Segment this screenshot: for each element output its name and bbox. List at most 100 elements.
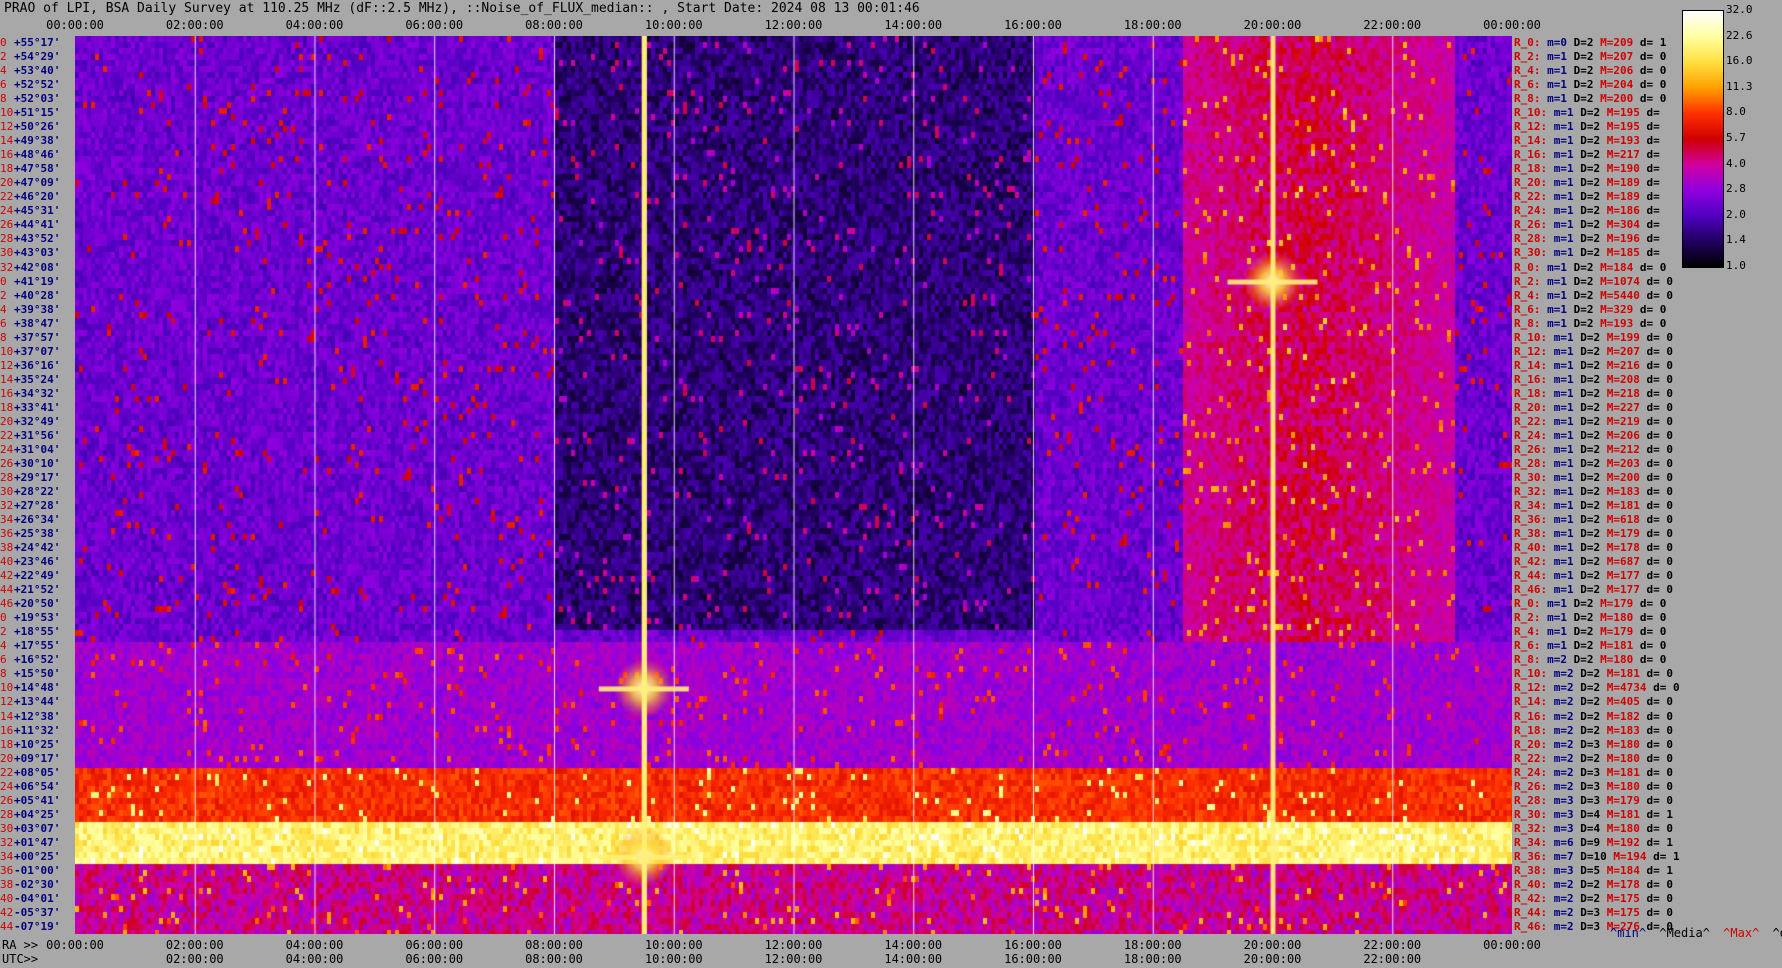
- row-stat-M: M=181: [1606, 499, 1647, 513]
- row-stat-D: D=10: [1580, 849, 1614, 863]
- row-stat: R_42: m=2 D=2 M=175 d= 0: [1514, 892, 1673, 906]
- row-stat-r: R_6:: [1514, 639, 1548, 653]
- row-stat-r: R_8:: [1514, 653, 1548, 667]
- colorbar-tick: 2.8: [1726, 182, 1746, 196]
- utc-axis-tick: 08:00:00: [525, 952, 583, 966]
- row-declination: -07°19': [14, 919, 61, 933]
- row-index: 42: [0, 905, 14, 919]
- row-stat-m: m=1: [1553, 428, 1581, 442]
- row-stat-d: d=: [1646, 148, 1660, 162]
- utc-axis-tick: 20:00:00: [1243, 952, 1302, 966]
- row-stat-d: d=: [1646, 218, 1660, 232]
- row-declination: +17°55': [14, 639, 61, 653]
- row-stat: R_8: m=1 D=2 M=200 d= 0: [1514, 92, 1666, 106]
- row-stat-D: D=2: [1580, 541, 1607, 555]
- spectrogram-heatmap: [75, 36, 1512, 934]
- row-stat-d: d= 0: [1646, 877, 1674, 891]
- top-axis-tick: 20:00:00: [1243, 18, 1302, 32]
- row-stat-D: D=2: [1573, 64, 1601, 78]
- row-stat-D: D=2: [1580, 204, 1607, 218]
- row-declination: +05°41': [14, 793, 61, 807]
- row-stat: R_20: m=1 D=2 M=227 d= 0: [1514, 401, 1673, 415]
- row-label: 30+28°22': [0, 485, 60, 499]
- row-index: 16: [0, 386, 14, 400]
- row-label: 4 +53°40': [0, 64, 60, 78]
- row-stat: R_18: m=1 D=2 M=190 d=: [1514, 162, 1660, 176]
- row-stat-m: m=1: [1553, 456, 1581, 470]
- row-stat-d: d= 0: [1646, 499, 1674, 513]
- row-stat-m: m=1: [1553, 470, 1581, 484]
- row-stat-r: R_12:: [1514, 344, 1554, 358]
- row-stat-M: M=183: [1606, 723, 1647, 737]
- row-index: 38: [0, 877, 14, 891]
- row-index: 30: [0, 485, 14, 498]
- row-stat-r: R_14:: [1514, 134, 1554, 148]
- row-stat-M: M=1074: [1600, 274, 1647, 288]
- row-declination: +36°16': [14, 358, 61, 372]
- row-declination: +50°26': [14, 120, 61, 134]
- row-stat-d: d= 0: [1646, 386, 1674, 400]
- ra-time-axis: 00:00:00 02:00:00 04:00:00 06:00:00 08:00:00…: [0, 938, 1541, 952]
- row-stat-r: R_4:: [1514, 625, 1548, 639]
- row-stat-D: D=2: [1580, 400, 1607, 414]
- row-label: 34+26°34': [0, 513, 60, 527]
- row-index: 2: [0, 288, 7, 302]
- row-stat-D: D=2: [1580, 569, 1607, 583]
- row-stat-M: M=200: [1606, 470, 1647, 484]
- row-stat-d: d= 0: [1646, 821, 1674, 835]
- row-stat-m: m=1: [1553, 190, 1581, 204]
- ra-axis-tick: 16:00:00: [1004, 938, 1062, 952]
- colorbar-ticks: 32.0 22.6 16.0 11.3 8.0 5.7 4.0 2.8 2.0 1.4 1.0: [1726, 3, 1782, 272]
- row-stat-m: m=1: [1553, 372, 1581, 386]
- row-stat-d: d= 0: [1646, 274, 1673, 288]
- row-index: 22: [0, 428, 14, 442]
- row-stat-r: R_6:: [1514, 302, 1548, 316]
- row-stat-M: M=180: [1606, 737, 1647, 751]
- row-stat-D: D=2: [1573, 78, 1601, 92]
- row-stat-r: R_10:: [1514, 330, 1554, 344]
- row-stat-D: D=2: [1573, 597, 1601, 611]
- row-index: 6: [0, 316, 7, 330]
- row-index: 2: [0, 625, 7, 639]
- ra-axis-tick: 00:00:00: [1483, 938, 1541, 952]
- row-stat-M: M=200: [1600, 92, 1640, 106]
- row-label: 28+04°25': [0, 808, 60, 822]
- row-label: 36+25°38': [0, 527, 60, 541]
- row-declination: +38°47': [14, 316, 61, 330]
- row-stat-M: M=179: [1600, 625, 1640, 639]
- row-declination: +43°52': [14, 232, 61, 246]
- row-stat: R_22: m=1 D=2 M=219 d= 0: [1514, 415, 1673, 429]
- row-stat-D: D=2: [1580, 134, 1607, 148]
- row-index: 34: [0, 513, 14, 527]
- row-index: 20: [0, 751, 14, 765]
- stat-header-min: ^min^: [1610, 926, 1647, 940]
- row-label: 28+43°52': [0, 232, 60, 246]
- row-stat-d: d=: [1646, 204, 1660, 218]
- stat-header-median: ^Media^: [1659, 926, 1710, 940]
- row-stat-m: m=1: [1553, 106, 1581, 120]
- row-stat-M: M=179: [1600, 597, 1640, 611]
- row-declination: +32°49': [14, 414, 61, 428]
- colorbar-tick: 8.0: [1726, 105, 1746, 119]
- row-stat-D: D=3: [1580, 765, 1607, 779]
- row-stat-r: R_12:: [1514, 681, 1554, 695]
- row-label: 0 +41°19': [0, 275, 60, 289]
- row-stat-M: M=203: [1606, 456, 1647, 470]
- row-label: 26+30°10': [0, 457, 60, 471]
- row-label: 34+00°25': [0, 850, 60, 864]
- row-stat-D: D=2: [1580, 162, 1607, 176]
- row-stat: R_22: m=2 D=2 M=180 d= 0: [1514, 752, 1673, 766]
- row-stat-r: R_22:: [1514, 751, 1554, 765]
- row-stat-r: R_2:: [1514, 50, 1548, 64]
- row-index: 6: [0, 78, 7, 92]
- row-stat: R_32: m=3 D=4 M=180 d= 0: [1514, 822, 1673, 836]
- row-stat-m: m=2: [1553, 723, 1581, 737]
- row-stat: R_16: m=1 D=2 M=217 d=: [1514, 148, 1660, 162]
- row-stat-d: d= 0: [1646, 372, 1674, 386]
- row-stat-r: R_42:: [1514, 555, 1554, 569]
- utc-time-axis: 02:00:00 04:00:00 06:00:00 08:00:00 10:00:00…: [0, 952, 1540, 966]
- row-stat-r: R_4:: [1514, 64, 1548, 78]
- row-stat-D: D=2: [1580, 695, 1607, 709]
- row-stat-D: D=2: [1573, 653, 1601, 667]
- row-stat: R_38: m=3 D=5 M=184 d= 1: [1514, 864, 1673, 878]
